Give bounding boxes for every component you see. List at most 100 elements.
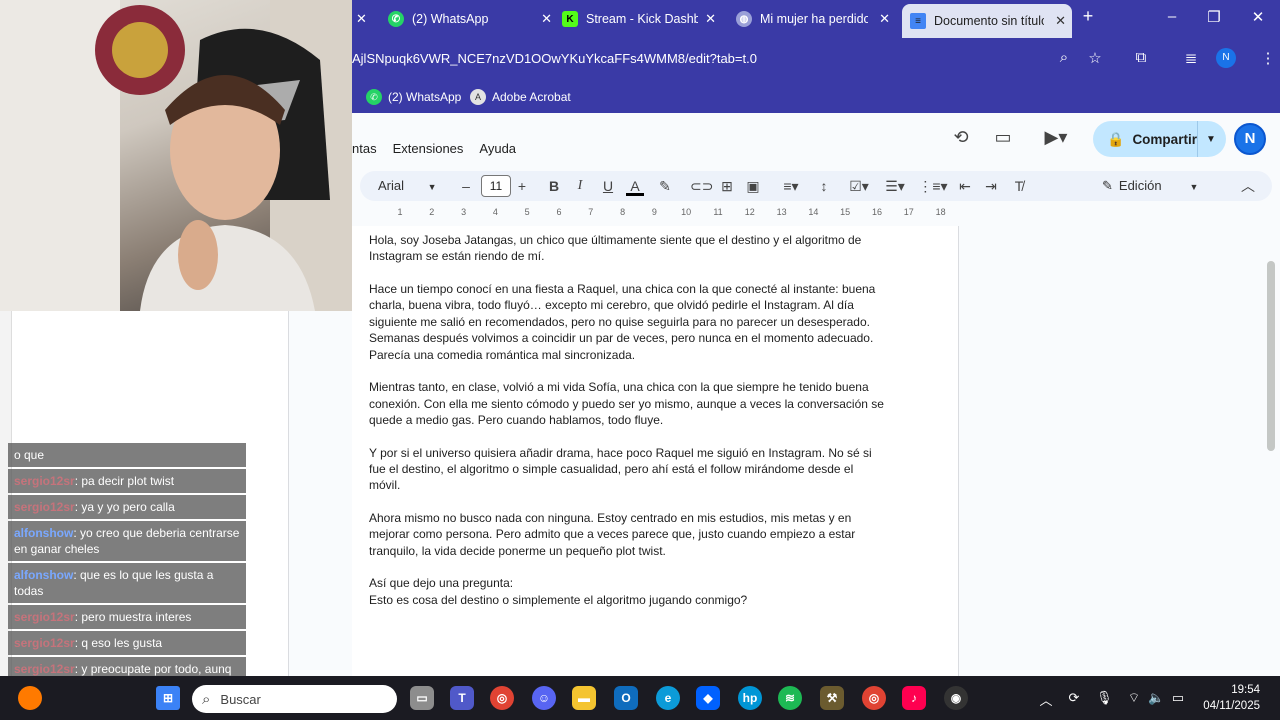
media-control-icon[interactable]: ≣	[1181, 49, 1201, 69]
ruler-number: 4	[492, 207, 498, 217]
increase-indent-icon[interactable]: ⇥	[982, 176, 1000, 196]
decrease-indent-icon[interactable]: ⇤	[956, 176, 974, 196]
profile-avatar[interactable]: N	[1216, 48, 1236, 68]
taskbar-search[interactable]: ⌕ Buscar	[192, 685, 397, 713]
vertical-scrollbar[interactable]	[1267, 261, 1275, 451]
close-icon[interactable]: ✕	[1055, 13, 1066, 29]
font-size-input[interactable]: 11	[481, 175, 511, 197]
window-close-icon[interactable]: ✕	[1248, 8, 1268, 26]
wifi-icon[interactable]: ⌔	[1126, 690, 1142, 706]
whatsapp-icon: ✆	[366, 89, 382, 105]
align-icon[interactable]: ≡▾	[778, 176, 804, 196]
new-tab-icon[interactable]: +	[1078, 6, 1098, 27]
clear-format-icon[interactable]: T̸	[1010, 176, 1028, 196]
file-explorer-icon[interactable]: ▬	[572, 686, 596, 710]
link-icon[interactable]: ⊂⊃	[690, 176, 713, 196]
globe-icon: ◍	[736, 11, 752, 27]
ruler-number: 12	[744, 207, 755, 217]
pencil-icon: ✎	[1102, 178, 1113, 193]
menu-extensiones[interactable]: Extensiones	[393, 141, 464, 156]
history-icon[interactable]: ⟲	[949, 127, 973, 151]
underline-icon[interactable]: U	[600, 176, 616, 196]
decrease-font-icon[interactable]: –	[458, 176, 474, 196]
obs-icon[interactable]: ◉	[944, 686, 968, 710]
numbered-list-icon[interactable]: ⋮≡▾	[918, 176, 948, 196]
ruler-number: 17	[903, 207, 914, 217]
extensions-icon[interactable]: ⧉	[1131, 49, 1151, 69]
teams-icon[interactable]: T	[450, 686, 474, 710]
comments-icon[interactable]: ▭	[991, 127, 1015, 151]
tab-close-partial[interactable]: ✕	[356, 4, 372, 34]
url-field[interactable]: AjlSNpuqk6VWR_NCE7nzVD1OOwYKuYkcaFFs4WMM…	[352, 46, 1052, 72]
volume-icon[interactable]: 🔈	[1148, 690, 1164, 706]
ruler-number: 9	[651, 207, 657, 217]
bold-icon[interactable]: B	[546, 176, 562, 196]
tiktok-icon[interactable]: ♪	[902, 686, 926, 710]
chevron-down-icon[interactable]: ▼	[1206, 134, 1216, 145]
close-icon[interactable]: ✕	[879, 11, 890, 27]
outlook-icon[interactable]: O	[614, 686, 638, 710]
add-comment-icon[interactable]: ⊞	[718, 176, 736, 196]
chrome-icon[interactable]: ◎	[490, 686, 514, 710]
canvas-margin	[960, 226, 1280, 676]
microphone-icon[interactable]: 🎙	[1096, 690, 1113, 706]
highlight-icon[interactable]: ✎	[656, 176, 674, 196]
document-page[interactable]: Hola, soy Joseba Jatangas, un chico que …	[352, 226, 959, 676]
clock[interactable]: 19:54 04/11/2025	[1190, 682, 1260, 714]
tab-whatsapp[interactable]: ✆ (2) WhatsApp ✕	[388, 4, 558, 34]
line-spacing-icon[interactable]: ↕	[814, 176, 834, 196]
bookmark-whatsapp[interactable]: ✆ (2) WhatsApp	[366, 86, 461, 108]
task-view-icon[interactable]: ▭	[410, 686, 434, 710]
sync-icon[interactable]: ⟳	[1066, 690, 1082, 706]
search-icon[interactable]: ⌕	[1054, 49, 1074, 69]
tab-mi-mujer[interactable]: ◍ Mi mujer ha perdido ✕	[736, 4, 896, 34]
paragraph: Hace un tiempo conocí en una fiesta a Ra…	[369, 282, 876, 362]
acrobat-icon: A	[470, 89, 486, 105]
paragraph: Ahora mismo no busco nada con ninguna. E…	[369, 511, 856, 558]
document-body[interactable]: Hola, soy Joseba Jatangas, un chico que …	[369, 232, 884, 624]
account-avatar[interactable]: N	[1234, 123, 1266, 155]
minimize-icon[interactable]: –	[1162, 8, 1182, 25]
show-hidden-icons-icon[interactable]: ︿	[1038, 690, 1054, 709]
app-icon[interactable]: ⚒	[820, 686, 844, 710]
checklist-icon[interactable]: ☑▾	[844, 176, 874, 196]
text-color-icon[interactable]: A	[626, 176, 644, 196]
ruler-number: 1	[397, 207, 403, 217]
font-select[interactable]: Arial ▼	[378, 176, 448, 197]
battery-icon[interactable]: ▭	[1170, 690, 1186, 706]
ruler-number: 6	[556, 207, 562, 217]
webcam-overlay	[0, 0, 352, 311]
start-icon[interactable]: ⊞	[156, 686, 180, 710]
spotify-icon[interactable]: ≋	[778, 686, 802, 710]
share-button[interactable]: 🔒 Compartir ▼	[1093, 121, 1226, 157]
menu-icon[interactable]: ⋮	[1258, 49, 1278, 69]
weather-icon[interactable]	[18, 686, 42, 710]
menu-herramientas[interactable]: ntas	[352, 141, 377, 156]
tab-title: (2) WhatsApp	[412, 12, 489, 26]
increase-font-icon[interactable]: +	[514, 176, 530, 196]
collapse-toolbar-icon[interactable]: ︿	[1240, 176, 1256, 196]
maximize-icon[interactable]: ❐	[1204, 8, 1224, 26]
share-divider	[1197, 121, 1198, 157]
edge-icon[interactable]: e	[656, 686, 680, 710]
clock-time: 19:54	[1231, 684, 1260, 696]
bullet-list-icon[interactable]: ☰▾	[880, 176, 910, 196]
meet-icon[interactable]: ▶▾	[1038, 127, 1074, 151]
webcam-image	[0, 0, 352, 311]
chrome-profile-icon[interactable]: ◎	[862, 686, 886, 710]
star-icon[interactable]: ☆	[1085, 49, 1105, 69]
bookmark-label: (2) WhatsApp	[388, 90, 462, 104]
hp-icon[interactable]: hp	[738, 686, 762, 710]
tab-documento[interactable]: ≡ Documento sin título ✕	[902, 4, 1072, 38]
close-icon[interactable]: ✕	[541, 11, 552, 27]
tab-kick[interactable]: K Stream - Kick Dashbo ✕	[562, 4, 722, 34]
insert-image-icon[interactable]: ▣	[744, 176, 762, 196]
editing-mode-select[interactable]: ✎ Edición ▼	[1102, 175, 1206, 197]
tab-title: Mi mujer ha perdido	[760, 12, 868, 26]
italic-icon[interactable]: I	[572, 176, 588, 196]
dropbox-icon[interactable]: ◆	[696, 686, 720, 710]
menu-ayuda[interactable]: Ayuda	[479, 141, 516, 156]
discord-icon[interactable]: ☺	[532, 686, 556, 710]
close-icon[interactable]: ✕	[705, 11, 716, 27]
bookmark-acrobat[interactable]: A Adobe Acrobat	[470, 86, 571, 108]
